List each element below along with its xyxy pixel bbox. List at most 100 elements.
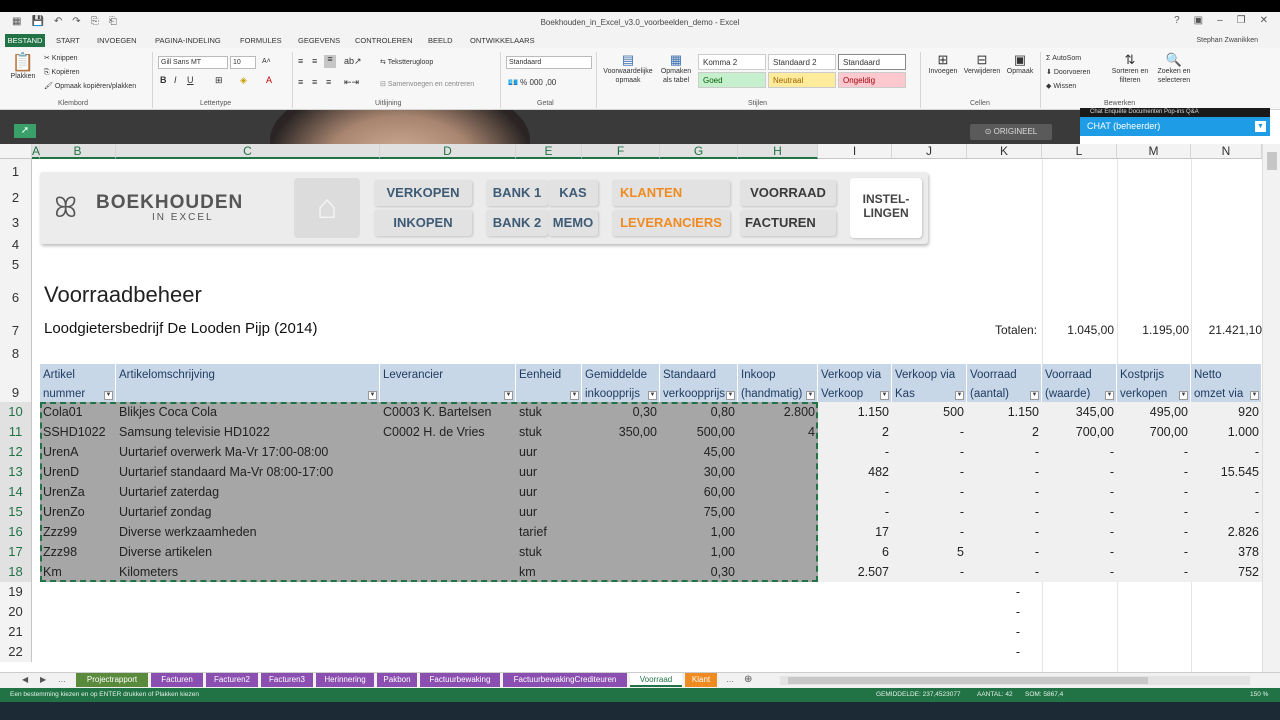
- filter-dropdown-icon[interactable]: ▼: [726, 391, 735, 400]
- column-header-h[interactable]: H: [738, 144, 818, 159]
- table-cell[interactable]: 345,00: [1042, 402, 1117, 422]
- filter-dropdown-icon[interactable]: ▼: [955, 391, 964, 400]
- table-cell[interactable]: 2: [818, 422, 892, 442]
- row-header[interactable]: 21: [0, 622, 32, 642]
- table-cell[interactable]: -: [892, 502, 967, 522]
- grow-font-icon[interactable]: A˄: [262, 57, 271, 66]
- row-header[interactable]: 17: [0, 542, 32, 562]
- currency-icon[interactable]: 💶 % 000 ,00: [508, 78, 556, 87]
- table-cell[interactable]: -: [1117, 482, 1191, 502]
- autosum-button[interactable]: Σ AutoSom: [1046, 54, 1081, 63]
- original-button[interactable]: ⊙ ORIGINEEL: [970, 124, 1052, 140]
- row-header[interactable]: 15: [0, 502, 32, 522]
- table-cell[interactable]: 15.545: [1191, 462, 1262, 482]
- add-sheet-icon[interactable]: ⊕: [744, 674, 752, 685]
- vertical-scrollbar[interactable]: [1262, 144, 1280, 672]
- table-cell[interactable]: -: [967, 582, 1023, 602]
- table-cell[interactable]: 17: [818, 522, 892, 542]
- table-cell[interactable]: -: [967, 462, 1042, 482]
- column-filter-verkoopprijs[interactable]: Standaard verkoopprijs ▼: [660, 364, 738, 402]
- user-name[interactable]: Stephan Zwanikken: [1197, 37, 1258, 44]
- row-header[interactable]: 4: [0, 235, 32, 255]
- format-painter-button[interactable]: 🖌 Opmaak kopiëren/plakken: [44, 82, 136, 91]
- orientation-icon[interactable]: ab↗: [344, 57, 362, 66]
- ribbon-display-icon[interactable]: ▣: [1194, 15, 1203, 26]
- align-bottom-icon[interactable]: ≡: [324, 55, 336, 68]
- nav-bank1-button[interactable]: BANK 1: [486, 180, 548, 206]
- format-as-table-button[interactable]: ▦ Opmaken als tabel: [658, 52, 694, 85]
- sheet-tab[interactable]: Factuurbewaking: [420, 673, 500, 687]
- table-cell[interactable]: -: [1117, 522, 1191, 542]
- table-cell[interactable]: -: [818, 502, 892, 522]
- table-cell[interactable]: -: [1042, 562, 1117, 582]
- table-cell[interactable]: -: [967, 622, 1023, 642]
- column-header-a[interactable]: A: [32, 144, 40, 159]
- row-header[interactable]: 12: [0, 442, 32, 462]
- row-header[interactable]: 20: [0, 602, 32, 622]
- fill-button[interactable]: ⬇ Doorvoeren: [1046, 68, 1090, 77]
- style-ongeldig[interactable]: Ongeldig: [838, 72, 906, 88]
- insert-cells-button[interactable]: ⊞ Invoegen: [926, 52, 960, 76]
- column-filter-artikel[interactable]: Artikel nummer ▼: [40, 364, 116, 402]
- sheet-tab[interactable]: Facturen: [151, 673, 203, 687]
- scroll-right-icon[interactable]: ▶: [40, 675, 46, 684]
- style-standaard2[interactable]: Standaard 2: [768, 54, 836, 70]
- sheet-tab[interactable]: Facturen3: [261, 673, 313, 687]
- horizontal-scrollbar[interactable]: [780, 676, 1250, 685]
- table-cell[interactable]: 920: [1191, 402, 1262, 422]
- column-header-c[interactable]: C: [116, 144, 380, 159]
- tab-bestand[interactable]: BESTAND: [5, 34, 45, 47]
- style-komma2[interactable]: Komma 2: [698, 54, 766, 70]
- column-filter-verkoop-verkoop[interactable]: Verkoop via Verkoop ▼: [818, 364, 892, 402]
- nav-facturen-button[interactable]: FACTUREN: [740, 210, 836, 236]
- row-header[interactable]: 1: [0, 159, 32, 185]
- filter-dropdown-icon[interactable]: ▼: [648, 391, 657, 400]
- nav-leveranciers-button[interactable]: LEVERANCIERS: [612, 210, 730, 236]
- table-cell[interactable]: -: [967, 482, 1042, 502]
- chat-dropdown[interactable]: CHAT (beheerder) ▼: [1080, 117, 1270, 136]
- column-header-m[interactable]: M: [1117, 144, 1191, 159]
- table-cell[interactable]: -: [967, 642, 1023, 662]
- filter-dropdown-icon[interactable]: ▼: [104, 391, 113, 400]
- bold-button[interactable]: B: [160, 76, 167, 85]
- tab-beeld[interactable]: BEELD: [428, 36, 453, 45]
- scroll-left-icon[interactable]: ◀: [22, 675, 28, 684]
- column-header-j[interactable]: J: [892, 144, 967, 159]
- nav-klanten-button[interactable]: KLANTEN: [612, 180, 730, 206]
- row-header[interactable]: 5: [0, 255, 32, 275]
- paste-button[interactable]: 📋 Plakken: [8, 52, 38, 81]
- tab-start[interactable]: START: [56, 36, 80, 45]
- nav-voorraad-button[interactable]: VOORRAAD: [740, 180, 836, 206]
- row-header[interactable]: 13: [0, 462, 32, 482]
- table-cell[interactable]: -: [967, 502, 1042, 522]
- sheet-tab[interactable]: Herinnering: [316, 673, 374, 687]
- table-cell[interactable]: -: [1191, 442, 1262, 462]
- column-filter-omschrijving[interactable]: Artikelomschrijving ▼: [116, 364, 380, 402]
- wrap-text-button[interactable]: ⇆ Tekstterugloop: [380, 58, 433, 67]
- format-cells-button[interactable]: ▣ Opmaak: [1004, 52, 1036, 76]
- table-cell[interactable]: 2.507: [818, 562, 892, 582]
- copy-button[interactable]: ⎘ Kopiëren: [44, 68, 80, 77]
- table-cell[interactable]: 1.000: [1191, 422, 1262, 442]
- close-button[interactable]: ✕: [1260, 15, 1268, 26]
- table-cell[interactable]: 700,00: [1117, 422, 1191, 442]
- table-cell[interactable]: -: [892, 522, 967, 542]
- row-header[interactable]: 18: [0, 562, 32, 582]
- row-header[interactable]: 6: [0, 275, 32, 313]
- column-header-e[interactable]: E: [516, 144, 582, 159]
- align-top-icon[interactable]: ≡: [298, 57, 303, 66]
- more-sheets-icon[interactable]: …: [58, 675, 66, 684]
- table-cell[interactable]: -: [1117, 442, 1191, 462]
- filter-dropdown-icon[interactable]: ▼: [570, 391, 579, 400]
- table-cell[interactable]: -: [1042, 542, 1117, 562]
- tab-controleren[interactable]: CONTROLEREN: [355, 36, 413, 45]
- column-filter-leverancier[interactable]: Leverancier ▼: [380, 364, 516, 402]
- table-cell[interactable]: -: [1042, 522, 1117, 542]
- tab-formules[interactable]: FORMULES: [240, 36, 282, 45]
- borders-icon[interactable]: ⊞: [215, 76, 223, 85]
- table-cell[interactable]: -: [967, 442, 1042, 462]
- table-cell[interactable]: -: [967, 562, 1042, 582]
- row-header[interactable]: 16: [0, 522, 32, 542]
- table-cell[interactable]: 1.150: [967, 402, 1042, 422]
- column-filter-inkoop[interactable]: Inkoop (handmatig) ▼: [738, 364, 818, 402]
